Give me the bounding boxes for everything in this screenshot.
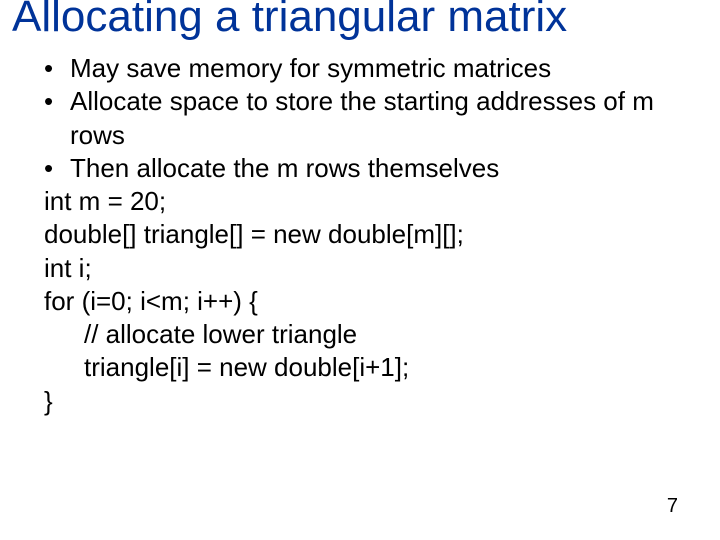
code-line: double[] triangle[] = new double[m][]; bbox=[44, 218, 700, 251]
code-line: int m = 20; bbox=[44, 185, 700, 218]
slide-title: Allocating a triangular matrix bbox=[12, 0, 708, 40]
code-line: for (i=0; i<m; i++) { bbox=[44, 285, 700, 318]
page-number: 7 bbox=[667, 495, 678, 518]
code-line: triangle[i] = new double[i+1]; bbox=[44, 351, 700, 384]
code-line: // allocate lower triangle bbox=[44, 318, 700, 351]
code-line: } bbox=[44, 385, 700, 418]
code-line: int i; bbox=[44, 252, 700, 285]
slide: Allocating a triangular matrix May save … bbox=[0, 0, 720, 540]
bullet-item: Allocate space to store the starting add… bbox=[44, 85, 700, 152]
bullet-item: Then allocate the m rows themselves bbox=[44, 152, 700, 185]
slide-body: May save memory for symmetric matrices A… bbox=[44, 52, 700, 418]
bullet-item: May save memory for symmetric matrices bbox=[44, 52, 700, 85]
